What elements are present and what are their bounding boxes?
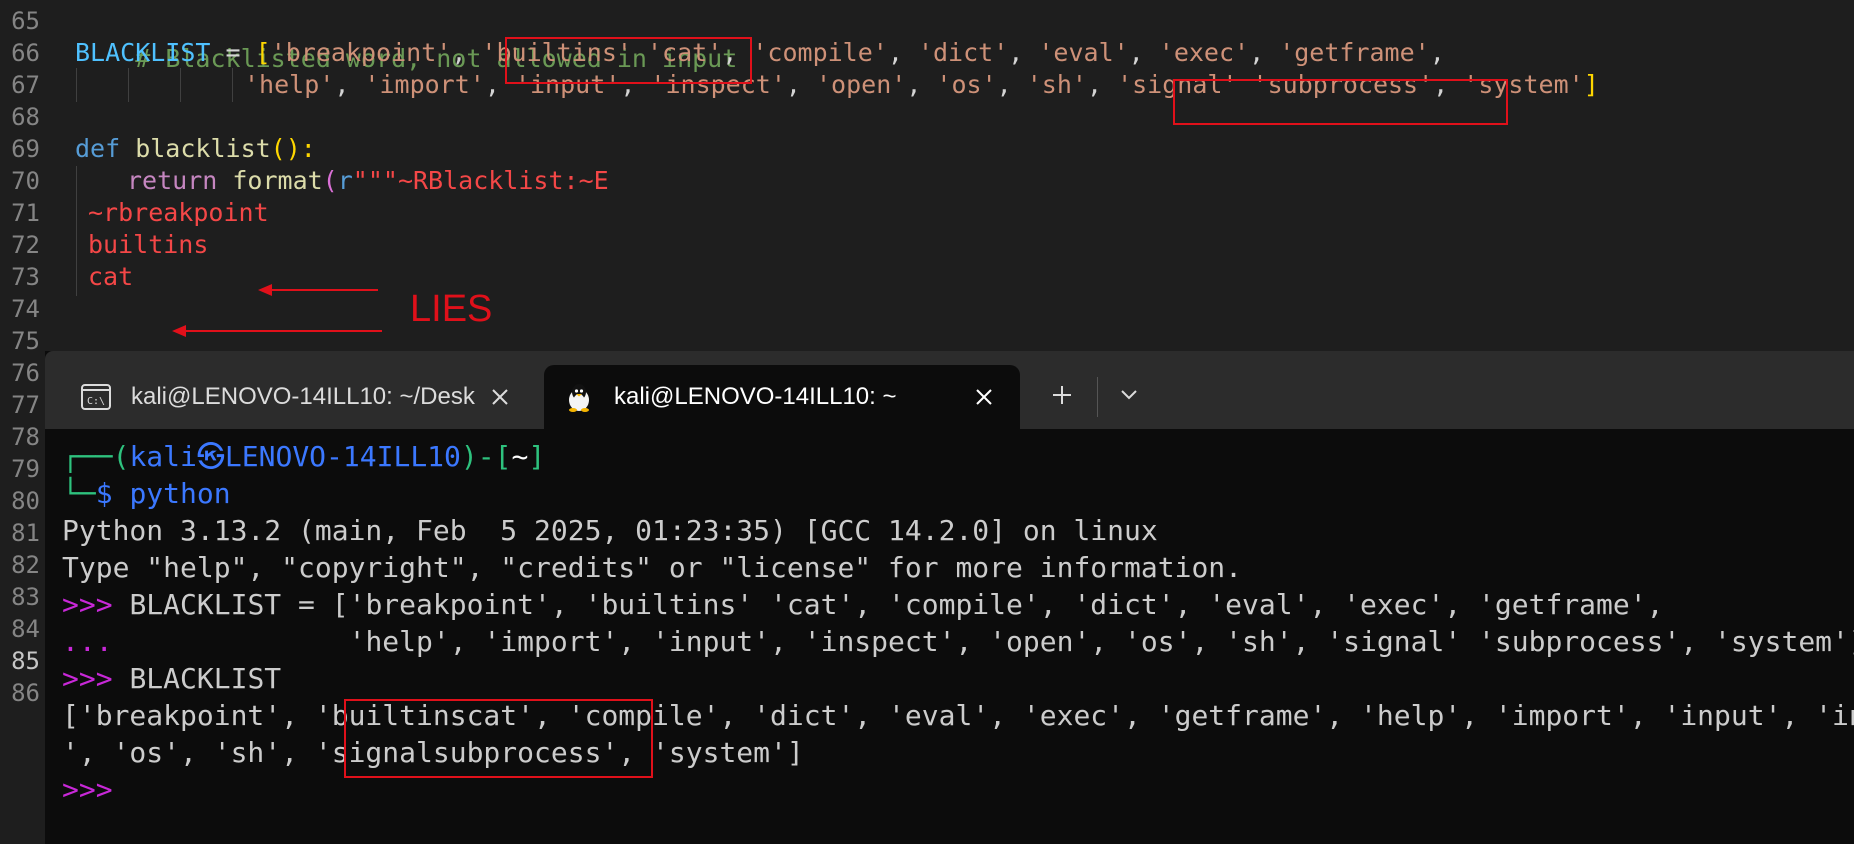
repl-continuation-prompt: ... xyxy=(62,625,113,658)
separator: , xyxy=(785,70,816,99)
prompt-user: kali xyxy=(129,440,197,473)
linux-penguin-icon xyxy=(564,381,594,413)
string-literal: 'help' xyxy=(244,70,335,99)
repl-output-line-1: ['breakpoint', 'builtinscat', 'compile',… xyxy=(62,699,1854,732)
separator: , xyxy=(451,38,482,67)
repl-input-line-3: >>> BLACKLIST xyxy=(62,660,281,697)
string-literal: 'exec' xyxy=(1158,38,1250,67)
separator: , xyxy=(887,38,918,67)
raw-string-prefix: r xyxy=(337,166,353,195)
repl-prompt: >>> xyxy=(62,588,130,621)
tab-bar-divider xyxy=(1097,377,1098,417)
string-literal: 'compile' xyxy=(752,38,888,67)
string-literal: 'sh' xyxy=(1026,70,1087,99)
annotation-arrow-line xyxy=(186,330,382,332)
close-bracket: ] xyxy=(1583,70,1599,99)
repl-input-text: BLACKLIST = ['breakpoint', 'builtins' 'c… xyxy=(129,588,1664,621)
prompt-bracket: ] xyxy=(528,440,546,473)
new-tab-button[interactable] xyxy=(1040,375,1084,419)
string-literal: 'getframe' xyxy=(1279,38,1430,67)
repl-prompt-current[interactable]: >>> xyxy=(62,771,113,808)
separator: , xyxy=(1086,70,1118,99)
tab-title: kali@LENOVO-14ILL10: ~/Desk xyxy=(131,383,475,410)
line-number: 86 xyxy=(11,679,40,707)
annotation-arrowhead xyxy=(172,325,186,337)
prompt-separator: )-[ xyxy=(460,440,512,473)
terminal-tab-desktop[interactable]: C:\ kali@LENOVO-14ILL10: ~/Desk xyxy=(45,365,540,429)
highlight-box-concatenated-output xyxy=(344,699,653,778)
terminal-tab-bar: C:\ kali@LENOVO-14ILL10: ~/Desk kali@LEN… xyxy=(45,351,1854,429)
repl-prompt: >>> xyxy=(62,662,130,695)
terminal-tab-home[interactable]: kali@LENOVO-14ILL10: ~ xyxy=(544,365,1020,429)
close-icon[interactable] xyxy=(972,385,996,409)
code-line-73: cat xyxy=(88,262,134,291)
separator: , xyxy=(906,70,937,99)
separator: , xyxy=(1429,38,1445,67)
annotation-label: LIES xyxy=(410,288,493,330)
svg-text:C:\: C:\ xyxy=(87,396,105,407)
indent-guide xyxy=(180,68,181,102)
string-literal: 'os' xyxy=(936,70,997,99)
format-function: format xyxy=(217,166,323,195)
python-version-line: Python 3.13.2 (main, Feb 5 2025, 01:23:3… xyxy=(62,514,1158,547)
prompt-dollar: $ xyxy=(95,477,130,510)
terminal-window[interactable]: C:\ kali@LENOVO-14ILL10: ~/Desk kali@LEN… xyxy=(45,351,1854,844)
return-keyword: return xyxy=(127,166,218,195)
function-parens: (): xyxy=(270,134,316,163)
prompt-corner: ┌──( xyxy=(62,440,130,473)
assign-operator: = xyxy=(210,38,256,67)
separator: , xyxy=(1008,38,1039,67)
repl-input-text: 'help', 'import', 'input', 'inspect', 'o… xyxy=(112,625,1854,658)
chevron-down-icon xyxy=(1119,388,1139,406)
string-literal: 'import' xyxy=(364,70,485,99)
indent-guide xyxy=(232,68,233,102)
highlight-box-builtins-cat xyxy=(505,37,752,84)
prompt-line-top: ┌──(kali㉿LENOVO-14ILL10)-[~] xyxy=(62,438,545,475)
python-help-line: Type "help", "copyright", "credits" or "… xyxy=(62,551,1243,584)
repl-input-line-1: >>> BLACKLIST = ['breakpoint', 'builtins… xyxy=(62,586,1663,623)
kali-at-icon: ㉿ xyxy=(196,440,225,473)
terminal-output[interactable]: ┌──(kali㉿LENOVO-14ILL10)-[~] └─$ python … xyxy=(45,429,1854,844)
blacklist-variable: BLACKLIST xyxy=(75,38,211,67)
close-icon[interactable] xyxy=(488,385,512,409)
raw-string-start: """~RBlacklist:~E xyxy=(352,166,609,195)
def-keyword: def xyxy=(75,134,121,163)
tab-title: kali@LENOVO-14ILL10: ~ xyxy=(614,383,897,410)
prompt-directory: ~ xyxy=(511,440,529,473)
indent-guide xyxy=(128,68,129,102)
string-literal: 'open' xyxy=(816,70,907,99)
prompt-host: LENOVO-14ILL10 xyxy=(224,440,461,473)
plus-icon xyxy=(1051,384,1073,411)
prompt-line-bottom: └─$ python xyxy=(62,475,231,512)
prompt-corner: └─ xyxy=(62,477,96,510)
string-literal: 'dict' xyxy=(917,38,1009,67)
annotation-arrowhead xyxy=(258,284,272,296)
string-literal: 'breakpoint' xyxy=(270,38,452,67)
cmd-icon: C:\ xyxy=(81,383,111,411)
tab-dropdown-button[interactable] xyxy=(1107,375,1151,419)
repl-input-line-2: ... 'help', 'import', 'input', 'inspect'… xyxy=(62,623,1854,660)
highlight-box-signal-subprocess xyxy=(1173,79,1508,125)
string-literal: 'eval' xyxy=(1038,38,1129,67)
separator: , xyxy=(1128,38,1159,67)
open-bracket: [ xyxy=(255,38,271,67)
separator: , xyxy=(1249,38,1280,67)
function-name: blacklist xyxy=(120,134,271,163)
separator: , xyxy=(996,70,1027,99)
annotation-arrow-line xyxy=(272,289,378,291)
separator: , xyxy=(334,70,365,99)
command-text: python xyxy=(129,477,231,510)
repl-input-text: BLACKLIST xyxy=(129,662,282,695)
indent-guide xyxy=(76,68,77,102)
indent-guide xyxy=(76,166,77,296)
open-paren: ( xyxy=(322,166,338,195)
